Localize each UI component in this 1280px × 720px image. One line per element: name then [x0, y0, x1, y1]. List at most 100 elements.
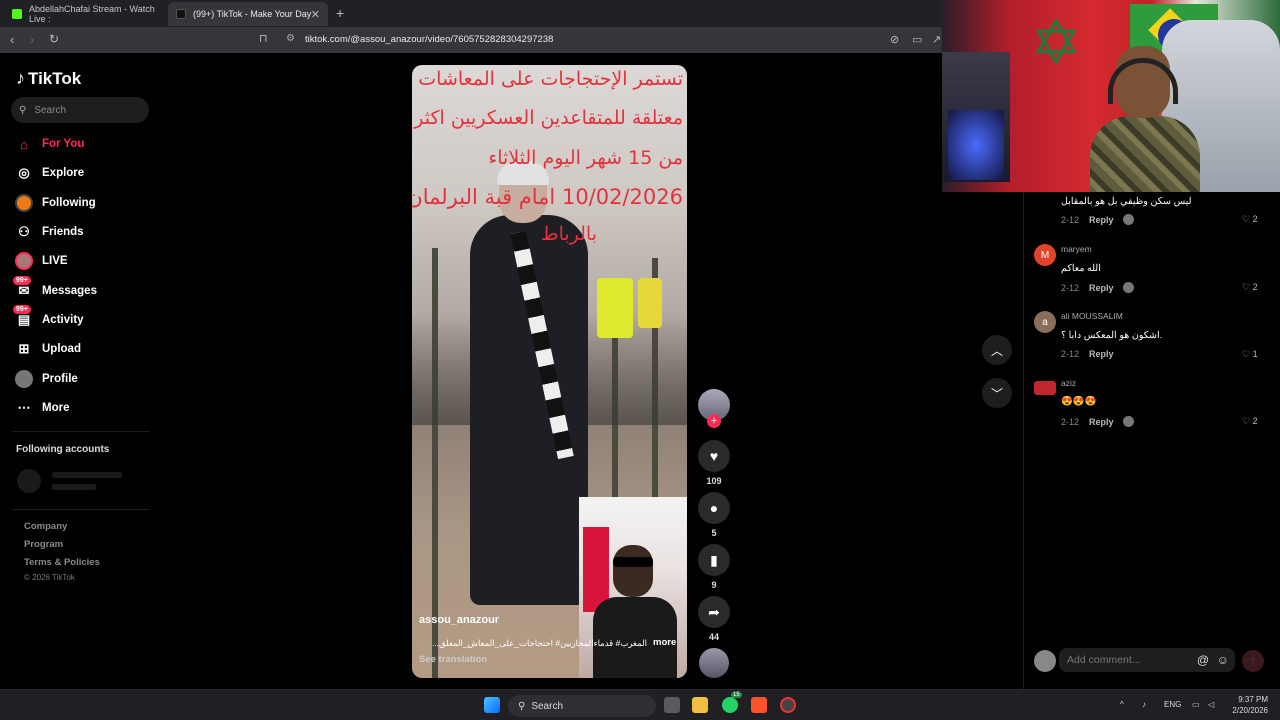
taskbar-search[interactable]: ⚲ Search	[508, 695, 656, 717]
share-button[interactable]: ➦	[698, 596, 730, 628]
tiktok-logo[interactable]: ♪ TikTok	[16, 68, 81, 89]
like-button[interactable]: ♥	[698, 440, 730, 472]
system-clock[interactable]: 9:37 PM 2/20/2026	[1226, 694, 1268, 716]
search-input[interactable]: ⚲ Search	[11, 97, 149, 123]
commenter-name[interactable]: aziz	[1061, 378, 1076, 388]
save-button[interactable]: ▮	[698, 544, 730, 576]
volume-icon[interactable]: ◁	[1208, 700, 1214, 709]
search-placeholder: Search	[34, 104, 67, 116]
new-tab-icon[interactable]: +	[336, 5, 344, 21]
sidebar-item-upload[interactable]: ⊞ Upload	[15, 338, 81, 360]
sidebar-item-for-you[interactable]: ⌂ For You	[15, 133, 84, 155]
next-video-button[interactable]: ﹀	[982, 378, 1012, 408]
like-count: 109	[706, 476, 722, 486]
close-tab-icon[interactable]: ✕	[311, 8, 320, 21]
comment-meta: 2-12 Reply	[1061, 349, 1114, 359]
comment-date: 2-12	[1061, 214, 1080, 225]
more-link[interactable]: more	[653, 637, 676, 648]
task-view-icon[interactable]	[664, 697, 680, 713]
comment-text: اشكون هو المعكس دابا ؟.	[1061, 330, 1163, 341]
browser-tab-stream[interactable]: AbdellahChafai Stream - Watch Live :	[4, 2, 164, 26]
network-icon[interactable]: ▭	[1192, 700, 1200, 709]
chevron-down-icon: ﹀	[990, 386, 1003, 401]
whatsapp-icon[interactable]	[722, 697, 738, 713]
commenter-avatar[interactable]: a	[1034, 311, 1056, 333]
sidebar-item-label: Explore	[42, 167, 85, 179]
commenter-avatar[interactable]: M	[1034, 244, 1056, 266]
tab-title: AbdellahChafai Stream - Watch Live :	[29, 4, 155, 24]
reply-button[interactable]: Reply	[1089, 215, 1114, 225]
sidebar-item-activity[interactable]: ▤ 99+ Activity	[13, 305, 84, 331]
save-count: 9	[711, 580, 717, 590]
chevron-up-icon: ︿	[990, 343, 1003, 358]
compass-icon: ◎	[18, 165, 30, 180]
language-indicator[interactable]: ENG	[1164, 700, 1181, 709]
reload-icon[interactable]: ↻	[49, 32, 59, 46]
site-info-icon[interactable]: ⚙	[286, 33, 295, 44]
chevron-up-icon[interactable]: ^	[1120, 700, 1124, 709]
record-app-icon[interactable]	[780, 697, 796, 713]
browser-tab-tiktok[interactable]: (99+) TikTok - Make Your Day ✕	[168, 2, 328, 26]
reply-button[interactable]: Reply	[1089, 349, 1114, 359]
comment-button[interactable]: ●	[698, 492, 730, 524]
comment-date: 2-12	[1061, 282, 1080, 293]
commenter-name[interactable]: ali MOUSSALIM	[1061, 311, 1123, 321]
video-author[interactable]: assou_anazour	[419, 614, 499, 626]
comment-like[interactable]: ♡ 2	[1242, 416, 1258, 427]
see-translation-link[interactable]: See translation	[419, 654, 487, 665]
sidebar-item-profile[interactable]: Profile	[15, 368, 78, 390]
sidebar-item-friends[interactable]: ⚇ Friends	[15, 221, 83, 243]
sidebar-item-live[interactable]: LIVE	[15, 250, 68, 272]
reply-button[interactable]: Reply	[1089, 283, 1114, 293]
streamer-webcam-overlay: ✡	[942, 0, 1280, 192]
video-caption-line: 10/02/2026 امام قبة البرلمان	[412, 185, 683, 209]
profile-icon	[15, 370, 33, 388]
cast-icon[interactable]: ▭	[912, 33, 922, 46]
cam-person-face	[613, 545, 653, 597]
my-avatar	[1034, 650, 1056, 672]
comment-meta: 2-12 Reply	[1061, 214, 1134, 225]
more-icon: ⋯	[17, 400, 31, 415]
reply-button[interactable]: Reply	[1089, 417, 1114, 427]
file-explorer-icon[interactable]	[692, 697, 708, 713]
footer-link-program[interactable]: Program	[24, 539, 63, 550]
comment-like[interactable]: ♡ 1	[1242, 349, 1258, 360]
commenter-name[interactable]: maryem	[1061, 244, 1092, 254]
url-field[interactable]: tiktok.com/@assou_anazour/video/76057528…	[305, 34, 553, 45]
comment-text: ليس سكن وظيفي بل هو بالمقابل	[1061, 196, 1192, 207]
previous-video-button[interactable]: ︿	[982, 335, 1012, 365]
forward-icon[interactable]: ›	[30, 32, 34, 47]
comment-like[interactable]: ♡ 2	[1242, 214, 1258, 225]
emoji-icon[interactable]: ☺	[1217, 653, 1229, 667]
mention-icon[interactable]: @	[1197, 653, 1209, 667]
commenter-avatar-flag[interactable]	[1034, 381, 1056, 395]
windows-taskbar: ⚲ Search 15 ^ ♪ ENG ▭ ◁ 9:37 PM 2/20/202…	[0, 689, 1280, 720]
post-comment-button[interactable]: ↑	[1242, 650, 1264, 672]
sidebar-item-following[interactable]: Following	[15, 192, 96, 214]
messages-badge: 99+	[13, 276, 31, 285]
windows-start-icon[interactable]	[484, 697, 500, 713]
sunglasses	[613, 557, 653, 567]
yellow-vest-person	[638, 278, 662, 328]
sidebar-item-label: Profile	[42, 373, 78, 385]
comment-date: 2-12	[1061, 416, 1080, 427]
follow-plus-icon[interactable]: +	[707, 414, 721, 428]
clock-time: 9:37 PM	[1238, 695, 1268, 704]
sidebar-item-more[interactable]: ⋯ More	[15, 397, 70, 419]
comment-item: aziz 😍😍😍 2-12 Reply ♡ 2	[1034, 378, 1264, 428]
sidebar-item-explore[interactable]: ◎ Explore	[15, 162, 84, 184]
footer-link-terms[interactable]: Terms & Policies	[24, 557, 100, 568]
microphone-icon[interactable]: ♪	[1142, 700, 1146, 709]
brave-browser-icon[interactable]	[751, 697, 767, 713]
bookmark-icon[interactable]: ⊓	[259, 32, 268, 45]
comment-like[interactable]: ♡ 2	[1242, 282, 1258, 293]
reader-icon[interactable]: ⊘	[890, 33, 899, 46]
share-icon[interactable]: ↗	[932, 33, 941, 46]
add-comment-input[interactable]: Add comment... @ ☺	[1059, 648, 1235, 672]
footer-link-company[interactable]: Company	[24, 521, 67, 532]
sidebar-item-messages[interactable]: ✉ 99+ Messages	[13, 276, 97, 302]
music-disc[interactable]	[699, 648, 729, 678]
video-player[interactable]: تستمر الإحتجاجات على المعاشات معتلقة للم…	[412, 65, 687, 678]
back-icon[interactable]: ‹	[10, 32, 14, 47]
bookmark-icon: ▮	[710, 551, 718, 568]
